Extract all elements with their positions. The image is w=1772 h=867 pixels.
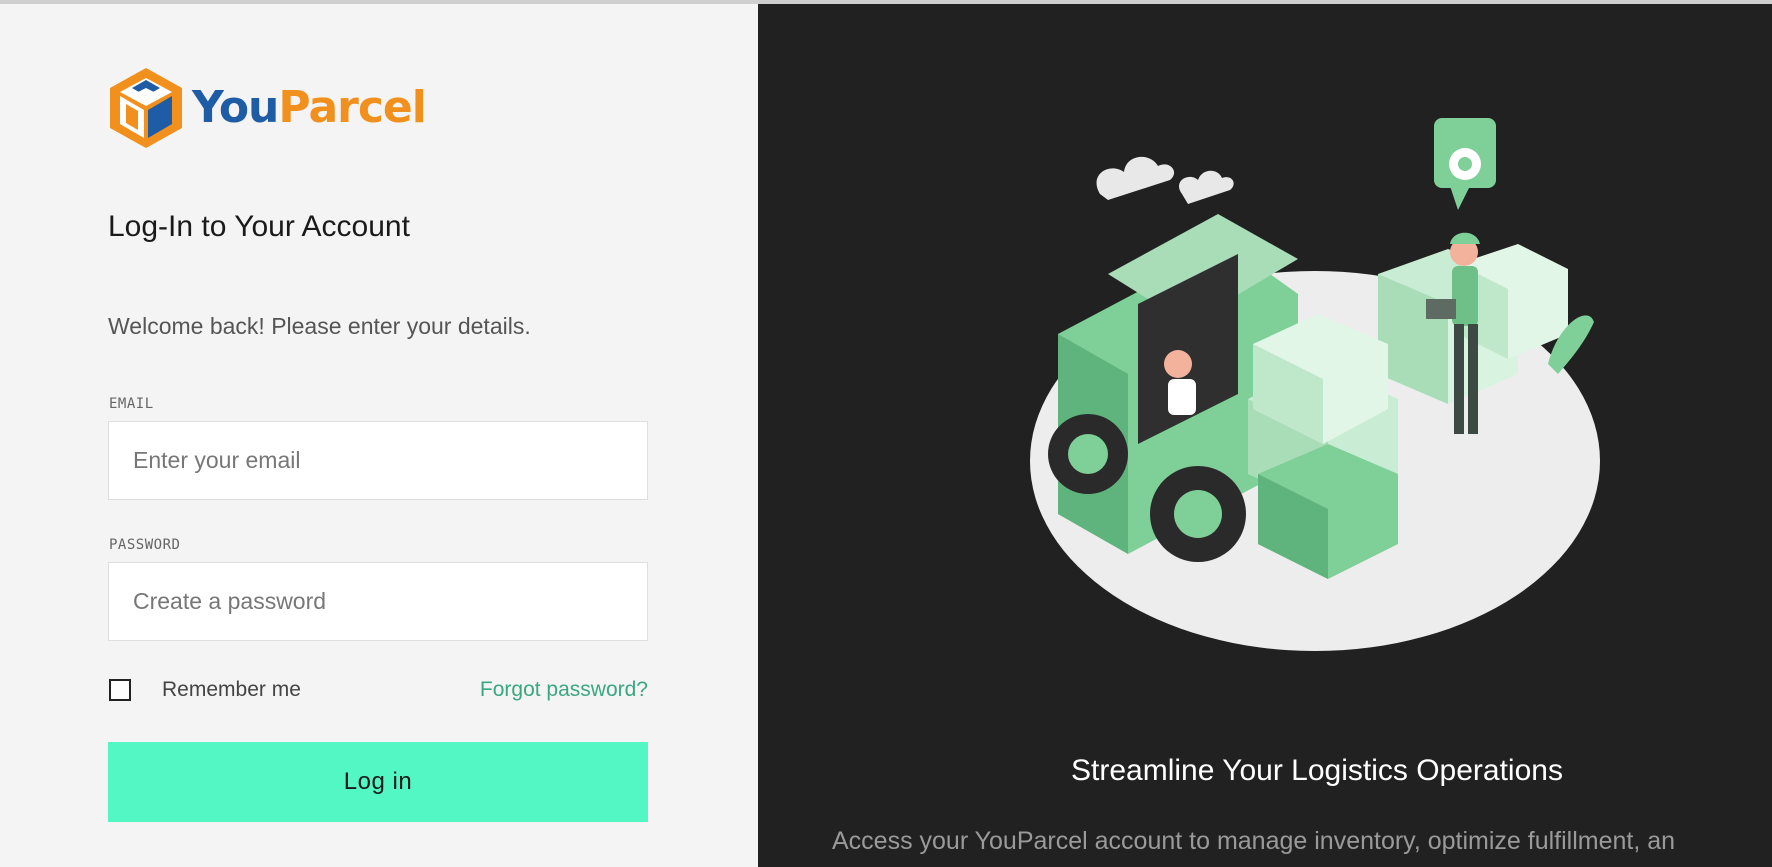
parcel-box-logo-icon	[110, 68, 182, 148]
password-field[interactable]	[108, 562, 648, 641]
page-title: Log-In to Your Account	[108, 210, 410, 243]
login-panel: YouParcel Log-In to Your Account Welcome…	[0, 4, 758, 867]
email-label: EMAIL	[109, 396, 154, 412]
email-field[interactable]	[108, 421, 648, 500]
welcome-subtitle: Welcome back! Please enter your details.	[108, 313, 531, 339]
logo-wordmark: YouParcel	[192, 86, 427, 130]
youparcel-logo: YouParcel	[108, 66, 427, 150]
password-label: PASSWORD	[109, 537, 181, 553]
login-page: YouParcel Log-In to Your Account Welcome…	[0, 0, 1772, 867]
remember-me-label[interactable]: Remember me	[162, 678, 301, 702]
logo-wordmark-you: You	[192, 82, 279, 133]
forgot-password-link[interactable]: Forgot password?	[480, 678, 648, 702]
login-button[interactable]: Log in	[108, 742, 648, 822]
remember-row: Remember me Forgot password?	[108, 677, 648, 707]
logo-wordmark-parcel: Parcel	[278, 82, 426, 133]
promo-panel: Streamline Your Logistics Operations Acc…	[758, 4, 1772, 867]
promo-description: Access your YouParcel account to manage …	[832, 827, 1676, 855]
remember-me-checkbox[interactable]	[109, 679, 131, 701]
promo-title: Streamline Your Logistics Operations	[1071, 754, 1563, 787]
logistics-forklift-illustration-icon	[1030, 118, 1600, 651]
